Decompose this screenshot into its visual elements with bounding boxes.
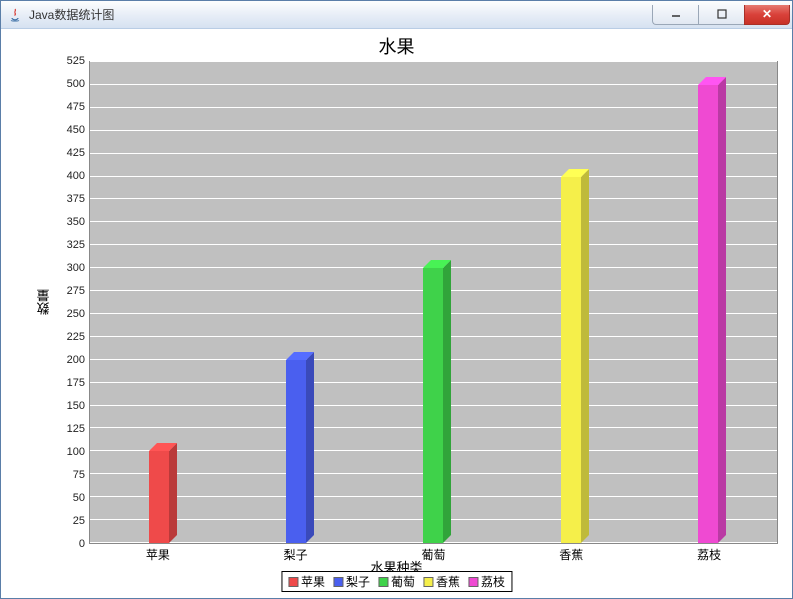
legend-item: 梨子 — [333, 573, 370, 590]
y-tick: 175 — [55, 377, 85, 389]
chart-panel: 水果 数量 0 25 50 75 100 125 150 175 200 225 250 275 300… — [5, 31, 788, 594]
y-tick: 525 — [55, 55, 85, 67]
legend-item: 香蕉 — [423, 573, 460, 590]
legend-label: 荔枝 — [481, 573, 505, 590]
y-tick: 225 — [55, 331, 85, 343]
y-tick: 450 — [55, 124, 85, 136]
y-tick: 75 — [55, 469, 85, 481]
y-tick: 200 — [55, 354, 85, 366]
plot-container: 数量 0255075100125150175200225250275300325… — [33, 61, 778, 544]
window-title: Java数据统计图 — [29, 6, 114, 23]
titlebar[interactable]: Java数据统计图 ✕ — [1, 1, 792, 29]
minimize-button[interactable] — [652, 5, 698, 25]
y-tick: 475 — [55, 101, 85, 113]
y-tick: 325 — [55, 239, 85, 251]
minimize-icon — [671, 9, 681, 19]
chart-title: 水果 — [5, 31, 788, 59]
plot-area — [89, 61, 778, 544]
y-axis-ticks: 0255075100125150175200225250275300325350… — [55, 61, 89, 544]
legend-swatch — [288, 577, 298, 587]
java-icon — [7, 7, 23, 23]
y-tick: 25 — [55, 515, 85, 527]
y-tick: 400 — [55, 170, 85, 182]
bar-slot — [640, 62, 777, 543]
bar-slot — [227, 62, 364, 543]
y-tick: 125 — [55, 423, 85, 435]
y-tick: 275 — [55, 285, 85, 297]
y-tick: 300 — [55, 262, 85, 274]
y-tick: 250 — [55, 308, 85, 320]
y-tick: 500 — [55, 78, 85, 90]
window-controls: ✕ — [652, 5, 790, 25]
y-tick: 0 — [55, 538, 85, 550]
maximize-icon — [717, 9, 727, 19]
y-tick: 50 — [55, 492, 85, 504]
content-area: 水果 数量 0 25 50 75 100 125 150 175 200 225 250 275 300… — [1, 29, 792, 598]
bar — [286, 360, 306, 543]
bar — [423, 268, 443, 543]
legend-item: 荔枝 — [468, 573, 505, 590]
y-tick: 100 — [55, 446, 85, 458]
bar-slot — [502, 62, 639, 543]
maximize-button[interactable] — [698, 5, 744, 25]
y-tick: 375 — [55, 193, 85, 205]
close-icon: ✕ — [762, 7, 772, 21]
app-window: Java数据统计图 ✕ 水果 数量 0 25 50 75 100 125 150 175 200… — [0, 0, 793, 599]
bar — [149, 451, 169, 543]
legend-swatch — [423, 577, 433, 587]
bar — [698, 85, 718, 543]
bar — [561, 177, 581, 543]
legend-label: 梨子 — [346, 573, 370, 590]
y-tick: 425 — [55, 147, 85, 159]
legend-swatch — [378, 577, 388, 587]
y-tick: 150 — [55, 400, 85, 412]
legend-label: 苹果 — [301, 573, 325, 590]
y-axis-label: 数量 — [33, 61, 55, 544]
legend-item: 苹果 — [288, 573, 325, 590]
legend-label: 葡萄 — [391, 573, 415, 590]
legend-label: 香蕉 — [436, 573, 460, 590]
legend-item: 葡萄 — [378, 573, 415, 590]
legend: 苹果 梨子 葡萄 香蕉 荔枝 — [281, 571, 512, 592]
bar-slot — [365, 62, 502, 543]
legend-swatch — [468, 577, 478, 587]
bar-slot — [90, 62, 227, 543]
close-button[interactable]: ✕ — [744, 5, 790, 25]
legend-swatch — [333, 577, 343, 587]
y-tick: 350 — [55, 216, 85, 228]
